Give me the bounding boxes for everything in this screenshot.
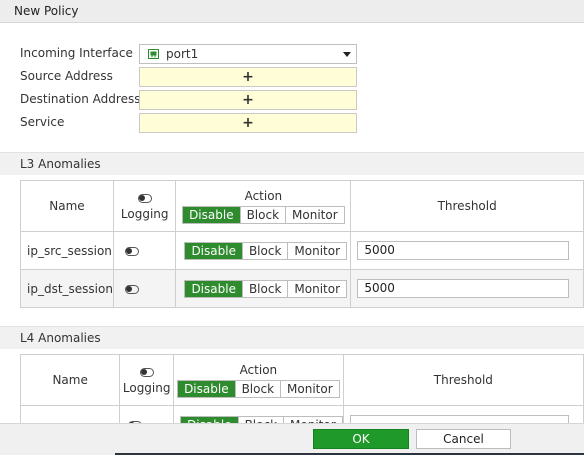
destination-address-field[interactable]: + bbox=[139, 90, 357, 110]
table-row: ip_src_session Disable Block Monitor 500… bbox=[20, 231, 584, 270]
action-header-label: Action bbox=[239, 362, 278, 377]
block-all-button[interactable]: Block bbox=[234, 380, 281, 397]
column-header-threshold: Threshold bbox=[350, 180, 584, 232]
port-icon bbox=[148, 49, 159, 59]
action-segmented: Disable Block Monitor bbox=[184, 279, 348, 298]
monitor-button[interactable]: Monitor bbox=[287, 242, 347, 259]
action-segmented: Disable Block Monitor bbox=[180, 415, 343, 423]
dialog-title: New Policy bbox=[14, 4, 79, 18]
column-header-action: Action Disable Block Monitor bbox=[173, 354, 344, 406]
column-header-action: Action Disable Block Monitor bbox=[175, 180, 352, 232]
logging-toggle-icon[interactable] bbox=[124, 246, 139, 256]
column-header-threshold: Threshold bbox=[342, 354, 584, 406]
action-all-segmented: Disable Block Monitor bbox=[182, 205, 345, 224]
service-label: Service bbox=[20, 115, 65, 129]
l3-anomalies-title: L3 Anomalies bbox=[20, 157, 101, 171]
incoming-interface-label: Incoming Interface bbox=[20, 46, 133, 60]
add-icon[interactable]: + bbox=[242, 115, 254, 131]
disable-button[interactable]: Disable bbox=[185, 242, 242, 259]
incoming-interface-select[interactable]: port1 bbox=[139, 44, 357, 64]
table-row: Disable Block Monitor bbox=[19, 405, 584, 423]
action-segmented: Disable Block Monitor bbox=[184, 241, 348, 260]
add-icon[interactable]: + bbox=[242, 69, 254, 85]
l4-anomalies-table: Name Logging Action Disable Block Monito… bbox=[19, 354, 584, 423]
anomaly-name: ip_src_session bbox=[20, 231, 114, 270]
source-address-field[interactable]: + bbox=[139, 67, 357, 87]
ok-button[interactable]: OK bbox=[313, 429, 409, 449]
block-button[interactable]: Block bbox=[241, 280, 288, 297]
table-row: ip_dst_session Disable Block Monitor 500… bbox=[20, 269, 584, 308]
source-address-label: Source Address bbox=[20, 69, 113, 83]
column-header-name: Name bbox=[20, 180, 114, 232]
l4-anomalies-header: L4 Anomalies bbox=[0, 326, 584, 349]
logging-header-label: Logging bbox=[122, 381, 171, 395]
incoming-interface-value: port1 bbox=[166, 47, 199, 61]
l3-anomalies-table: Name Logging Action Disable Block Monito… bbox=[20, 180, 584, 308]
threshold-input[interactable]: 5000 bbox=[357, 279, 569, 298]
monitor-button[interactable]: Monitor bbox=[287, 280, 347, 297]
service-field[interactable]: + bbox=[139, 113, 357, 133]
add-icon[interactable]: + bbox=[242, 92, 254, 108]
chevron-down-icon[interactable] bbox=[343, 52, 351, 57]
toggle-icon[interactable] bbox=[137, 194, 152, 203]
dialog-footer: OK Cancel bbox=[0, 423, 584, 455]
action-header-label: Action bbox=[244, 188, 283, 203]
toggle-icon[interactable] bbox=[139, 368, 154, 377]
dialog-content: Incoming Interface port1 Source Address … bbox=[0, 23, 584, 423]
disable-all-button[interactable]: Disable bbox=[178, 380, 235, 397]
logging-header-label: Logging bbox=[120, 207, 169, 221]
column-header-name: Name bbox=[19, 354, 121, 406]
disable-button[interactable]: Disable bbox=[185, 280, 242, 297]
anomaly-name: ip_dst_session bbox=[20, 269, 114, 308]
block-button[interactable]: Block bbox=[241, 242, 288, 259]
destination-address-label: Destination Address bbox=[20, 92, 141, 106]
threshold-input[interactable] bbox=[349, 415, 569, 423]
l3-anomalies-header: L3 Anomalies bbox=[0, 152, 584, 175]
l4-anomalies-title: L4 Anomalies bbox=[20, 331, 101, 345]
column-header-logging[interactable]: Logging bbox=[112, 180, 177, 232]
monitor-all-button[interactable]: Monitor bbox=[285, 206, 344, 223]
logging-toggle-icon[interactable] bbox=[124, 284, 139, 294]
cancel-button[interactable]: Cancel bbox=[416, 429, 511, 449]
column-header-logging[interactable]: Logging bbox=[119, 354, 175, 406]
threshold-input[interactable]: 5000 bbox=[357, 241, 569, 260]
action-all-segmented: Disable Block Monitor bbox=[177, 379, 340, 398]
dialog-titlebar: New Policy bbox=[0, 0, 584, 23]
disable-all-button[interactable]: Disable bbox=[183, 206, 240, 223]
block-all-button[interactable]: Block bbox=[239, 206, 286, 223]
monitor-all-button[interactable]: Monitor bbox=[280, 380, 339, 397]
